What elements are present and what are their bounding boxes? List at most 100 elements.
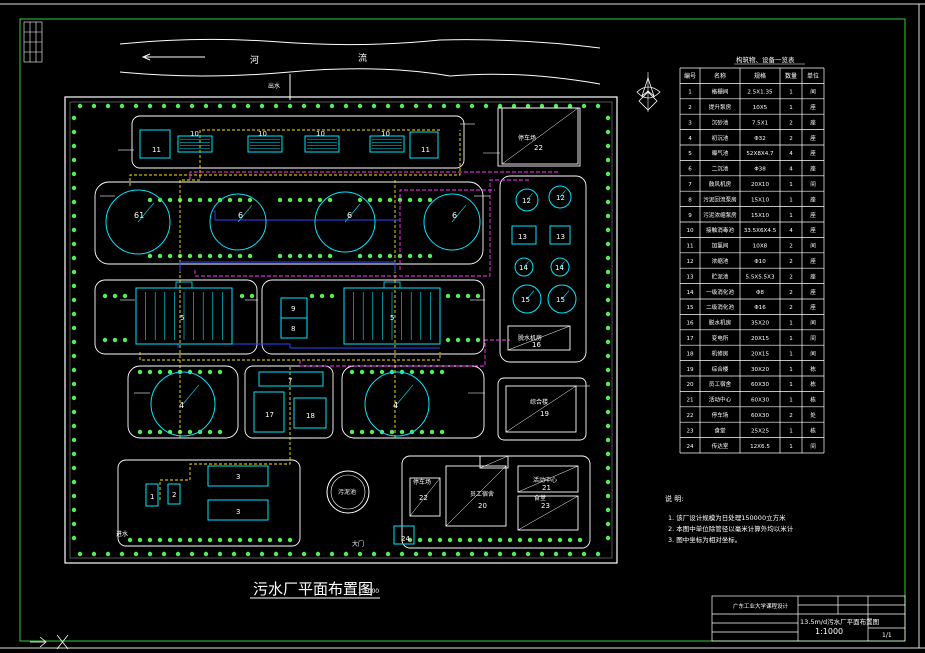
tree-icon — [417, 253, 423, 259]
river-label-1: 河 — [250, 54, 259, 66]
tree-icon — [71, 353, 77, 359]
structure-number: 4 — [179, 401, 184, 410]
tree-icon — [137, 537, 143, 543]
tree-icon — [595, 551, 601, 557]
structure-number: 13 — [556, 233, 565, 241]
table-cell: 18 — [686, 351, 694, 357]
structure-number: 6 — [347, 211, 352, 220]
table-cell: 食堂 — [714, 426, 726, 434]
tree-icon — [137, 369, 143, 375]
structure-11: 11 — [409, 131, 439, 159]
tree-icon — [359, 369, 365, 375]
table-cell: 1 — [789, 367, 793, 373]
table-cell: 6 — [688, 167, 692, 173]
structure-number: 5 — [180, 314, 184, 322]
table-cell: 4 — [789, 228, 793, 234]
table-cell: 9 — [688, 213, 692, 219]
building-diagonal — [505, 385, 577, 433]
tree-icon — [455, 103, 461, 109]
tree-icon — [217, 537, 223, 543]
structure-number: 21 — [542, 484, 551, 492]
tree-icon — [605, 325, 611, 331]
table-cell: 间 — [810, 442, 816, 450]
table-cell: 15 — [686, 305, 694, 311]
tree-icon — [175, 103, 181, 109]
structure-6: 6 — [209, 193, 267, 251]
outlet-label: 出水 — [268, 82, 280, 90]
tree-icon — [511, 551, 517, 557]
structure-number: 5 — [390, 314, 394, 322]
table-cell: 加氯间 — [712, 242, 729, 250]
structure-number: 7 — [288, 377, 292, 385]
tree-icon — [287, 551, 293, 557]
tree-icon — [357, 103, 363, 109]
structure-12: 12 — [515, 188, 539, 212]
tree-icon — [445, 337, 451, 343]
structure-number: 15 — [556, 296, 565, 304]
tree-icon — [203, 103, 209, 109]
tree-icon — [329, 551, 335, 557]
structure-caption: 食堂 — [534, 494, 546, 502]
tree-icon — [477, 537, 483, 543]
tree-icon — [605, 507, 611, 513]
tree-icon — [469, 551, 475, 557]
tree-icon — [483, 103, 489, 109]
tree-icon — [71, 535, 77, 541]
table-cell: Φ32 — [754, 136, 766, 142]
table-cell: 35X20 — [751, 321, 770, 327]
table-cell: 座 — [810, 149, 816, 157]
table-cell: 5 — [688, 151, 692, 157]
table-cell: 20X10 — [751, 182, 770, 188]
tree-icon — [77, 551, 83, 557]
tree-icon — [605, 521, 611, 527]
tree-icon — [487, 537, 493, 543]
table-cell: 座 — [810, 103, 816, 111]
tree-icon — [231, 551, 237, 557]
table-cell: 1 — [789, 398, 793, 404]
tree-icon — [91, 551, 97, 557]
tree-icon — [277, 537, 283, 543]
structure-number: 15 — [521, 296, 530, 304]
tree-icon — [137, 429, 143, 435]
table-cell: 1 — [789, 105, 793, 111]
tree-icon — [189, 551, 195, 557]
table-cell: 座 — [810, 195, 816, 203]
tree-icon — [307, 253, 313, 259]
tree-icon — [539, 103, 545, 109]
tree-icon — [277, 197, 283, 203]
table-cell: 25X25 — [751, 428, 770, 434]
tree-icon — [605, 465, 611, 471]
table-cell: 活动中心 — [709, 396, 732, 404]
table-cell: 7.5X1 — [752, 120, 769, 126]
tree-icon — [227, 253, 233, 259]
structure-number: 12 — [522, 197, 531, 205]
table-cell: Φ38 — [754, 167, 766, 173]
tree-icon — [605, 381, 611, 387]
tree-icon — [427, 253, 433, 259]
table-cell: 60X30 — [751, 413, 770, 419]
tree-icon — [417, 537, 423, 543]
table-cell: 13 — [686, 274, 694, 280]
table-cell: 浓缩池 — [712, 257, 729, 265]
table-cell: 12 — [686, 259, 693, 265]
tree-icon — [71, 297, 77, 303]
tree-icon — [122, 337, 128, 343]
tree-icon — [247, 197, 253, 203]
tree-icon — [71, 143, 77, 149]
table-cell: 20X15 — [751, 351, 770, 357]
tree-icon — [605, 283, 611, 289]
tree-icon — [147, 551, 153, 557]
drawing-title: 污水厂平面布置图 — [253, 580, 373, 598]
tree-icon — [227, 197, 233, 203]
tree-icon — [227, 537, 233, 543]
structure-8: 8 — [280, 317, 308, 339]
structure-number: 23 — [541, 502, 550, 510]
tree-icon — [91, 103, 97, 109]
tree-icon — [379, 369, 385, 375]
tree-icon — [525, 551, 531, 557]
table-cell: 2 — [789, 244, 793, 250]
tree-icon — [547, 537, 553, 543]
table-cell: 栋 — [810, 396, 816, 404]
tree-icon — [147, 429, 153, 435]
tree-icon — [71, 451, 77, 457]
